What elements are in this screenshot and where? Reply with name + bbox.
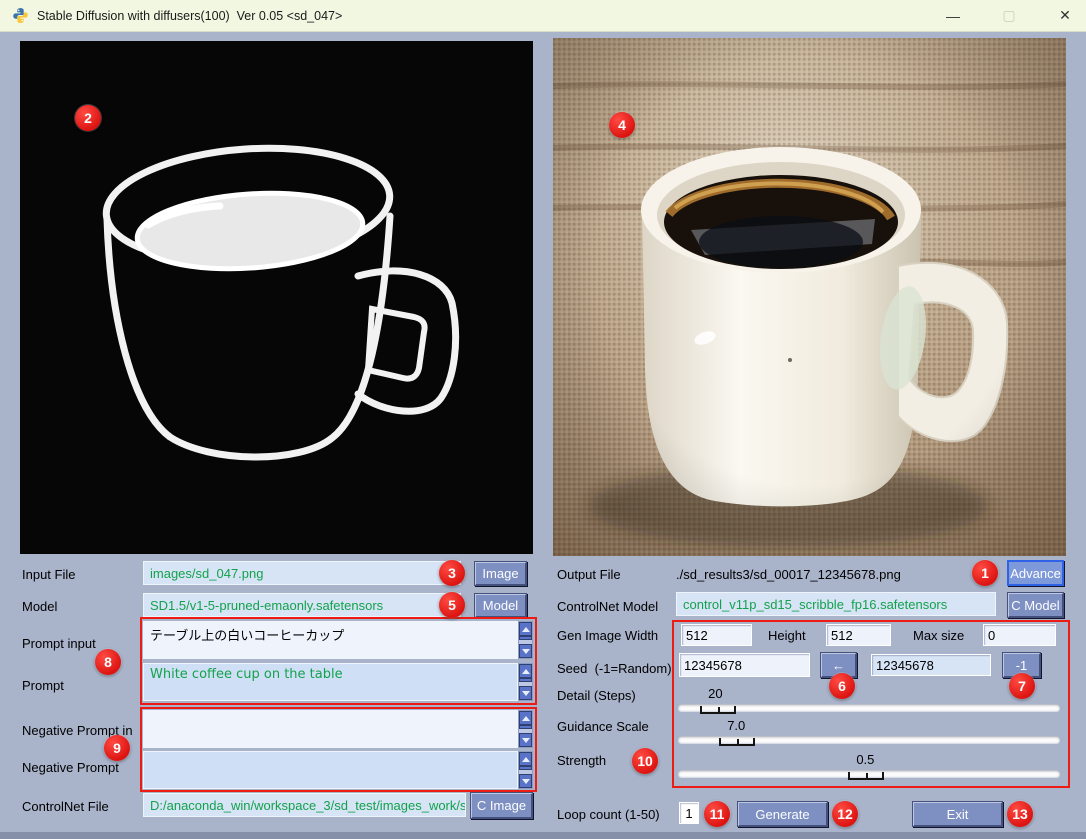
scroll-up-icon[interactable] [519,664,532,678]
gen-height-label: Height [768,628,806,643]
app-window: { "window": { "title": "Stable Diffusion… [0,0,1086,839]
strength-slider-handle[interactable] [848,772,884,780]
steps-label: Detail (Steps) [557,688,636,703]
close-icon[interactable]: ✕ [1050,7,1080,24]
badge-1: 1 [972,560,998,586]
minimize-icon[interactable]: — [938,8,968,24]
badge-10: 10 [632,748,658,774]
strength-value: 0.5 [856,752,874,767]
max-size-label: Max size [913,628,964,643]
output-file-value: ./sd_results3/sd_00017_12345678.png [676,567,901,582]
title-bar: Stable Diffusion with diffusers(100) Ver… [0,0,1086,32]
model-field[interactable]: SD1.5/v1-5-pruned-emaonly.safetensors [143,593,461,617]
guidance-label: Guidance Scale [557,719,649,734]
prompt-area [143,663,533,701]
controlnet-model-label: ControlNet Model [557,599,658,614]
seed-label: Seed (-1=Random) [557,661,672,676]
badge-13: 13 [1007,801,1033,827]
guidance-slider-handle[interactable] [719,738,755,746]
scroll-up-icon[interactable] [519,622,532,636]
generate-button[interactable]: Generate [737,801,828,827]
prompt-input-textarea[interactable] [143,621,518,659]
prompt-input-scrollbar[interactable] [518,621,533,659]
input-file-label: Input File [22,567,75,582]
model-label: Model [22,599,57,614]
badge-4: 4 [609,112,635,138]
badge-11: 11 [704,801,730,827]
model-value: SD1.5/v1-5-pruned-emaonly.safetensors [150,598,383,613]
negative-prompt-scrollbar[interactable] [518,751,533,789]
badge-8: 8 [95,649,121,675]
controlnet-model-field[interactable]: control_v11p_sd15_scribble_fp16.safetens… [676,592,996,616]
strength-slider[interactable]: 0.5 [678,752,1060,782]
negative-prompt-in-area [143,710,533,748]
prompt-scrollbar[interactable] [518,663,533,701]
badge-3: 3 [439,560,465,586]
output-file-label: Output File [557,567,621,582]
badge-6: 6 [829,673,855,699]
window-title: Stable Diffusion with diffusers(100) Ver… [37,9,342,23]
advance-button[interactable]: Advance [1007,560,1064,586]
loop-count-label: Loop count (1-50) [557,807,660,822]
badge-5: 5 [439,592,465,618]
controlnet-file-label: ControlNet File [22,799,109,814]
gen-height-input[interactable] [826,624,891,646]
input-file-field[interactable]: images/sd_047.png [143,561,461,585]
scroll-down-icon[interactable] [519,733,532,747]
gen-width-label: Gen Image Width [557,628,658,643]
input-file-value: images/sd_047.png [150,566,263,581]
steps-slider[interactable]: 20 [678,686,1060,716]
scroll-up-icon[interactable] [519,752,532,766]
negative-prompt-in-textarea[interactable] [143,710,518,748]
badge-12: 12 [832,801,858,827]
c-model-button[interactable]: C Model [1007,592,1064,618]
guidance-slider[interactable]: 7.0 [678,718,1060,748]
guidance-value: 7.0 [727,718,745,733]
scroll-down-icon[interactable] [519,774,532,788]
c-image-button[interactable]: C Image [470,792,533,819]
max-size-input[interactable] [983,624,1056,646]
controlnet-file-field[interactable]: D:/anaconda_win/workspace_3/sd_test/imag… [143,793,466,817]
prompt-input-area [143,621,533,659]
image-button[interactable]: Image [474,561,527,586]
seed-input[interactable] [679,653,810,677]
scroll-down-icon[interactable] [519,644,532,658]
negative-prompt-label: Negative Prompt [22,760,119,775]
last-seed-field[interactable] [871,654,991,676]
scroll-down-icon[interactable] [519,686,532,700]
controlnet-file-value: D:/anaconda_win/workspace_3/sd_test/imag… [150,798,466,813]
window-bottom-edge [0,832,1086,839]
negative-prompt-in-scrollbar[interactable] [518,710,533,748]
strength-label: Strength [557,753,606,768]
loop-count-input[interactable] [679,802,699,824]
badge-9: 9 [104,735,130,761]
exit-button[interactable]: Exit [912,801,1003,827]
prompt-textarea[interactable] [143,663,518,701]
steps-slider-handle[interactable] [700,706,736,714]
prompt-label: Prompt [22,678,64,693]
negative-prompt-textarea[interactable] [143,751,518,789]
negative-prompt-area [143,751,533,789]
badge-7: 7 [1009,673,1035,699]
model-button[interactable]: Model [474,593,527,618]
gen-width-input[interactable] [681,624,752,646]
python-app-icon [12,7,29,24]
controlnet-model-value: control_v11p_sd15_scribble_fp16.safetens… [683,597,947,612]
prompt-input-label: Prompt input [22,636,96,651]
badge-2: 2 [75,105,101,131]
maximize-icon[interactable]: ▢ [994,7,1024,24]
steps-value: 20 [708,686,722,701]
scroll-up-icon[interactable] [519,711,532,725]
